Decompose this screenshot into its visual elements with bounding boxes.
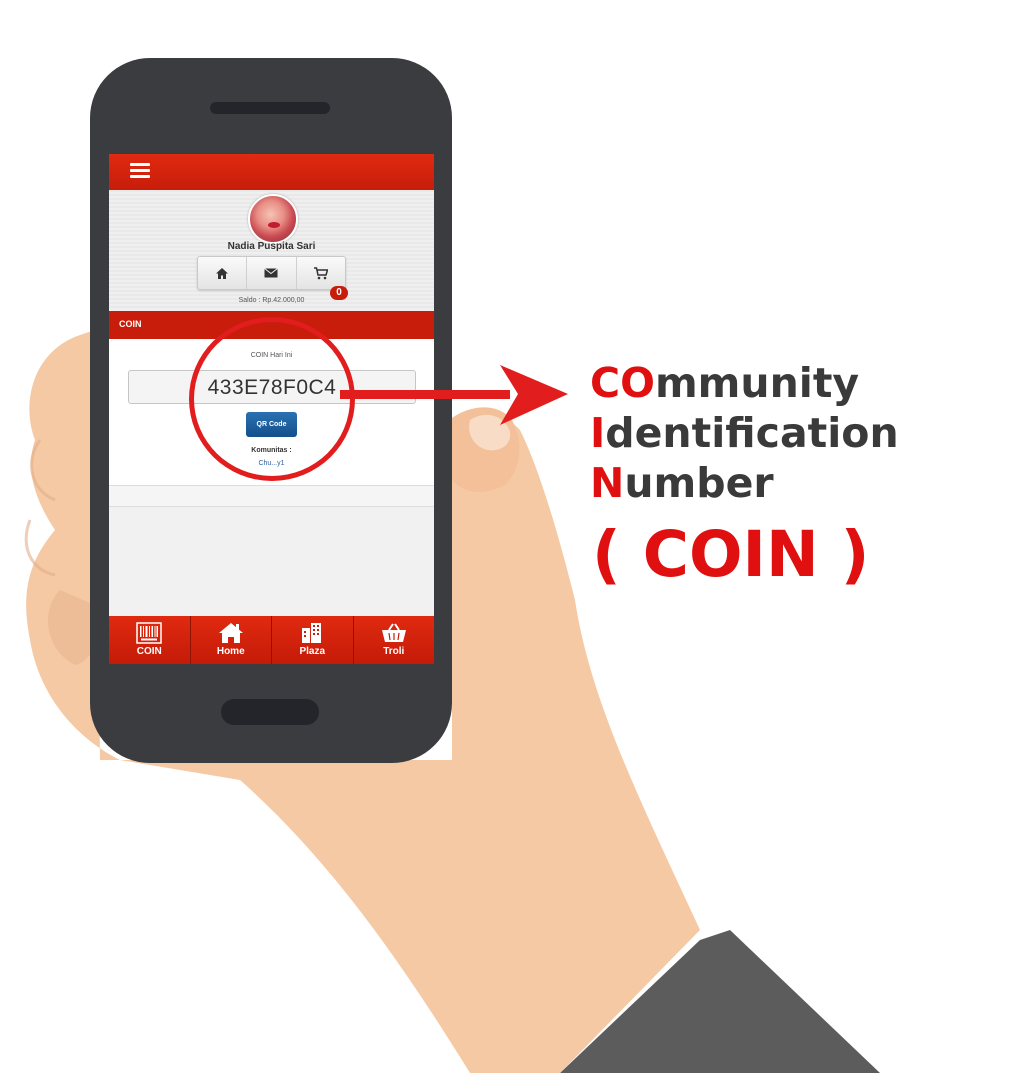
nav-label: COIN [136,646,162,657]
profile-name: Nadia Puspita Sari [227,241,316,252]
nav-label: Troli [383,646,405,657]
home-icon [218,623,243,643]
nav-item-home[interactable]: Home [191,616,272,664]
nav-label: Home [216,646,245,657]
empty-list-strip [109,486,434,507]
building-icon [302,623,322,643]
phone-home-button [221,699,319,725]
phone-speaker [210,102,330,114]
nav-item-plaza[interactable]: Plaza [272,616,354,664]
basket-icon [381,623,406,642]
nav-item-coin[interactable]: COIN [109,616,191,664]
cart-icon[interactable] [297,257,345,289]
home-icon[interactable] [198,257,248,289]
acronym-line-3: Number [590,459,774,507]
top-app-bar [109,154,434,190]
bottom-navigation: COIN Home Plaza Troli [109,616,434,664]
envelope-icon[interactable] [247,257,297,289]
coin-section-title: COIN [119,319,142,329]
nav-item-troli[interactable]: Troli [354,616,435,664]
quick-icon-bar [197,256,346,290]
arrow-icon [340,365,568,425]
profile-section: Nadia Puspita Sari 0 [109,190,434,310]
avatar[interactable] [248,194,298,244]
saldo-text: Saldo : Rp.42.000,00 [238,297,305,304]
acronym-expansion: COmmunity Identification Number [590,358,899,508]
hamburger-menu-icon[interactable] [130,163,150,179]
acronym-line-2: Identification [590,409,899,457]
acronym-title: ( COIN ) [592,518,870,591]
barcode-icon [136,622,162,644]
highlight-circle [189,317,355,481]
avatar-lips [268,222,280,228]
nav-label: Plaza [299,646,326,657]
acronym-line-1: COmmunity [590,359,860,407]
